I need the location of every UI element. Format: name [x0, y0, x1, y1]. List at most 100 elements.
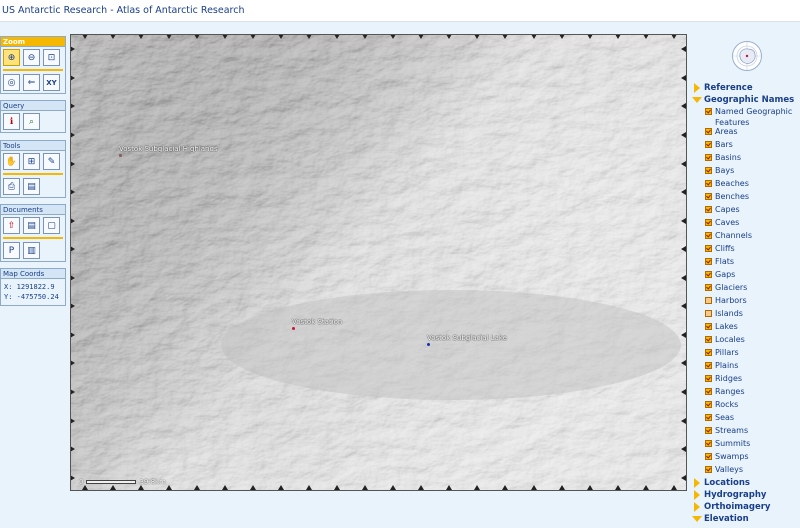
expand-icon[interactable] [694, 490, 700, 500]
layer-checkbox[interactable] [705, 440, 712, 447]
layer-item[interactable]: Cliffs [692, 243, 798, 256]
expand-icon[interactable] [694, 478, 700, 488]
layer-item[interactable]: Islands [692, 308, 798, 321]
place-label-station[interactable]: Vostok Station [292, 318, 342, 326]
place-label-highlands[interactable]: Vostok Subglacial Highlands [119, 145, 218, 153]
zoom-full-button[interactable]: ◎ [3, 74, 20, 91]
erase-button[interactable]: ✎ [43, 153, 60, 170]
layer-checkbox[interactable] [705, 108, 712, 115]
query-panel-title: Query [1, 101, 65, 111]
layer-item[interactable]: Harbors [692, 295, 798, 308]
map-ticks-top [71, 35, 686, 40]
layer-checkbox[interactable] [705, 154, 712, 161]
layer-checkbox[interactable] [705, 453, 712, 460]
layer-checkbox[interactable] [705, 245, 712, 252]
layer-item[interactable]: Swamps [692, 451, 798, 464]
layer-item[interactable]: Glaciers [692, 282, 798, 295]
find-button[interactable]: ⌕ [23, 113, 40, 130]
layer-item-label: Rocks [715, 400, 739, 409]
expand-icon[interactable] [694, 502, 700, 512]
identify-button[interactable]: ℹ [3, 113, 20, 130]
layer-item[interactable]: Ridges [692, 373, 798, 386]
layer-checkbox[interactable] [705, 206, 712, 213]
layer-item-label: Plains [715, 361, 739, 370]
layer-group-orthoimagery[interactable]: Orthoimagery [692, 501, 798, 513]
layer-item[interactable]: Locales [692, 334, 798, 347]
zoom-xy-icon: XY [46, 78, 57, 87]
layer-item[interactable]: Gaps [692, 269, 798, 282]
layer-group-hydrography[interactable]: Hydrography [692, 489, 798, 501]
layer-item-label: Ranges [715, 387, 745, 396]
layer-item[interactable]: Rocks [692, 399, 798, 412]
layer-checkbox[interactable] [705, 362, 712, 369]
layer-checkbox[interactable] [705, 466, 712, 473]
layer-checkbox[interactable] [705, 141, 712, 148]
collapse-icon[interactable] [692, 97, 702, 103]
upload-button[interactable]: ⇧ [3, 217, 20, 234]
layer-item[interactable]: Summits [692, 438, 798, 451]
layer-item[interactable]: Ranges [692, 386, 798, 399]
layer-checkbox[interactable] [705, 258, 712, 265]
layer-item[interactable]: Benches [692, 191, 798, 204]
document-button[interactable]: ▤ [23, 217, 40, 234]
zoom-xy-button[interactable]: XY [43, 74, 60, 91]
layer-checkbox[interactable] [705, 193, 712, 200]
layer-checkbox[interactable] [705, 427, 712, 434]
zoom-out-button[interactable]: ⊖ [23, 49, 40, 66]
layer-checkbox[interactable] [705, 167, 712, 174]
layer-group-geographic-names[interactable]: Geographic Names [692, 94, 798, 106]
pan-button[interactable]: ✋ [3, 153, 20, 170]
layer-button[interactable]: ▤ [23, 178, 40, 195]
layer-checkbox[interactable] [705, 375, 712, 382]
place-label-lake[interactable]: Vostok Subglacial Lake [427, 334, 507, 342]
layer-checkbox[interactable] [705, 336, 712, 343]
layer-checkbox[interactable] [705, 310, 712, 317]
erase-icon: ✎ [47, 156, 56, 167]
antarctica-logo-icon [732, 41, 762, 71]
pdf-button[interactable]: P [3, 242, 20, 259]
layer-checkbox[interactable] [705, 284, 712, 291]
layer-item[interactable]: Streams [692, 425, 798, 438]
layer-item[interactable]: Flats [692, 256, 798, 269]
layer-checkbox[interactable] [705, 232, 712, 239]
layer-checkbox[interactable] [705, 219, 712, 226]
zoom-back-button[interactable]: ⇐ [23, 74, 40, 91]
layer-checkbox[interactable] [705, 414, 712, 421]
layer-group-reference[interactable]: Reference [692, 82, 798, 94]
layer-checkbox[interactable] [705, 180, 712, 187]
layer-item[interactable]: Beaches [692, 178, 798, 191]
layer-group-locations[interactable]: Locations [692, 477, 798, 489]
layer-checkbox[interactable] [705, 401, 712, 408]
layer-item[interactable]: Bars [692, 139, 798, 152]
layer-item[interactable]: Seas [692, 412, 798, 425]
layer-checkbox[interactable] [705, 388, 712, 395]
zoom-window-button[interactable]: ⊡ [43, 49, 60, 66]
collapse-icon[interactable] [692, 516, 702, 522]
layer-item[interactable]: Lakes [692, 321, 798, 334]
layer-checkbox[interactable] [705, 297, 712, 304]
layer-checkbox[interactable] [705, 323, 712, 330]
layer-item[interactable]: Bays [692, 165, 798, 178]
layer-item[interactable]: Plains [692, 360, 798, 373]
layer-item[interactable]: Named Geographic Features [692, 106, 798, 127]
measure-button[interactable]: ⊞ [23, 153, 40, 170]
station-marker[interactable] [292, 327, 295, 330]
book-button[interactable]: ▥ [23, 242, 40, 259]
layer-item[interactable]: Basins [692, 152, 798, 165]
layer-checkbox[interactable] [705, 128, 712, 135]
expand-icon[interactable] [694, 83, 700, 93]
layer-item[interactable]: Pillars [692, 347, 798, 360]
layer-checkbox[interactable] [705, 349, 712, 356]
highlands-marker[interactable] [119, 154, 122, 157]
layer-group-elevation[interactable]: Elevation [692, 513, 798, 525]
map-view[interactable]: Vostok Subglacial Highlands Vostok Stati… [70, 34, 687, 491]
layer-item[interactable]: Channels [692, 230, 798, 243]
window-button[interactable]: ▢ [43, 217, 60, 234]
lake-marker[interactable] [427, 343, 430, 346]
layer-item[interactable]: Valleys [692, 464, 798, 477]
layer-item[interactable]: Caves [692, 217, 798, 230]
layer-item[interactable]: Capes [692, 204, 798, 217]
zoom-in-button[interactable]: ⊕ [3, 49, 20, 66]
print-button[interactable]: ⎙ [3, 178, 20, 195]
layer-checkbox[interactable] [705, 271, 712, 278]
